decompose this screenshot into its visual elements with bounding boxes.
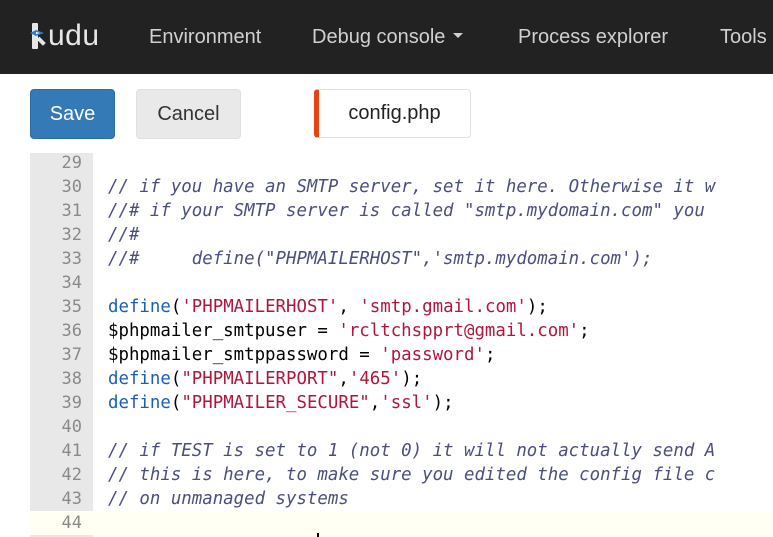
code-token-str: 'smtp.gmail.com' xyxy=(359,297,527,317)
code-token-plain: ( xyxy=(170,369,182,389)
code-text: //# if your SMTP server is called "smtp.… xyxy=(108,199,715,223)
brand-text: udu xyxy=(48,19,100,52)
nav-environment[interactable]: Environment xyxy=(149,22,261,52)
code-token-str: 'ssl' xyxy=(380,393,433,413)
code-token-comment: // if you have an SMTP server, set it he… xyxy=(108,177,716,197)
line-number: 40 xyxy=(61,417,82,437)
code-text: //# xyxy=(108,223,139,247)
code-token-str: 'rcltchspprt@gmail.com' xyxy=(338,321,580,341)
nav-tools[interactable]: Tools xyxy=(720,22,767,52)
text-cursor xyxy=(317,533,319,537)
code-line[interactable]: 29 xyxy=(30,153,773,175)
caret-down-icon xyxy=(453,33,464,39)
top-navbar: udu Environment Debug console Process ex… xyxy=(0,0,773,74)
line-number: 32 xyxy=(61,225,82,245)
kudu-logo[interactable]: udu xyxy=(30,14,100,58)
code-token-plain: , xyxy=(369,393,381,413)
code-token-fn: define xyxy=(108,369,171,389)
code-token-plain: $phpmailer_smtpuser = xyxy=(108,321,339,341)
code-token-plain: ); xyxy=(432,393,454,413)
code-line[interactable]: 39 define("PHPMAILER_SECURE",'ssl'); xyxy=(30,391,773,415)
code-token-str: '465' xyxy=(348,369,402,389)
code-token-plain: ; xyxy=(579,321,590,341)
line-number: 33 xyxy=(61,249,82,269)
code-line[interactable]: 33 //# define("PHPMAILERHOST",'smtp.mydom… xyxy=(30,247,773,271)
code-text: //# define("PHPMAILERHOST",'smtp.mydomai… xyxy=(108,247,652,271)
code-token-plain: ); xyxy=(401,369,423,389)
code-token-plain: ( xyxy=(170,297,182,317)
code-text: define("PHPMAILER_SECURE",'ssl'); xyxy=(108,391,454,415)
code-text: // this is here, to make sure you edited… xyxy=(108,463,715,487)
line-number: 34 xyxy=(61,273,82,293)
code-token-comment: // on unmanaged systems xyxy=(108,489,349,509)
code-text: $phpmailer_smtppassword = 'password'; xyxy=(108,343,495,367)
code-line[interactable]: 35 define('PHPMAILERHOST', 'smtp.gmail.co… xyxy=(30,295,773,319)
code-token-fn: define xyxy=(108,393,171,413)
cancel-button[interactable]: Cancel xyxy=(136,89,241,139)
code-token-str: 'password' xyxy=(380,345,485,365)
line-number: 44 xyxy=(61,513,82,533)
code-token-fn: define xyxy=(108,297,171,317)
nav-debug-console-label: Debug console xyxy=(312,26,446,48)
line-number: 36 xyxy=(61,321,82,341)
code-token-comment: // this is here, to make sure you edited… xyxy=(108,465,716,485)
code-line[interactable]: 32 //# xyxy=(30,223,773,247)
code-token-comment: //# if your SMTP server is called "smtp.… xyxy=(108,201,716,221)
code-token-plain: ( xyxy=(170,393,182,413)
file-tab-config[interactable]: config.php xyxy=(314,89,471,138)
code-line[interactable]: 42 // this is here, to make sure you edit… xyxy=(30,463,773,487)
code-token-comment: //# define("PHPMAILERHOST",'smtp.mydomai… xyxy=(108,249,653,269)
code-token-str: "PHPMAILERPORT" xyxy=(181,369,339,389)
code-line[interactable]: 43 // on unmanaged systems xyxy=(30,487,773,511)
code-token-plain: $phpmailer_smtppassword = xyxy=(108,345,381,365)
kudu-k-icon xyxy=(30,14,46,58)
code-token-plain: ); xyxy=(526,297,548,317)
code-text: // if you have an SMTP server, set it he… xyxy=(108,175,715,199)
code-text: // if TEST is set to 1 (not 0) it will n… xyxy=(108,439,715,463)
line-number: 38 xyxy=(61,369,82,389)
code-token-str: 'PHPMAILERHOST' xyxy=(181,297,339,317)
code-line[interactable]: 34 xyxy=(30,271,773,295)
line-number: 43 xyxy=(61,489,82,509)
code-line[interactable]: 31 //# if your SMTP server is called "smt… xyxy=(30,199,773,223)
code-line[interactable]: 36 $phpmailer_smtpuser = 'rcltchspprt@gma… xyxy=(30,319,773,343)
line-number: 30 xyxy=(61,177,82,197)
line-number: 37 xyxy=(61,345,82,365)
code-text: // on unmanaged systems xyxy=(108,487,349,511)
code-editor[interactable]: 29 30 // if you have an SMTP server, set i… xyxy=(30,153,773,537)
line-number: 35 xyxy=(61,297,82,317)
code-token-plain: ; xyxy=(484,345,496,365)
code-line[interactable]: 41 // if TEST is set to 1 (not 0) it will… xyxy=(30,439,773,463)
code-token-comment: //# xyxy=(108,225,140,245)
line-number: 39 xyxy=(61,393,82,413)
code-token-plain: , xyxy=(338,297,360,317)
line-number: 29 xyxy=(61,153,82,173)
code-line[interactable]: 38 define("PHPMAILERPORT",'465'); xyxy=(30,367,773,391)
code-token-str: "PHPMAILER_SECURE" xyxy=(181,393,370,413)
code-line[interactable]: 40 xyxy=(30,415,773,439)
save-button[interactable]: Save xyxy=(30,89,115,139)
code-text: $phpmailer_smtpuser = 'rcltchspprt@gmail… xyxy=(108,319,590,343)
code-token-plain: , xyxy=(338,369,349,389)
code-line[interactable]: 37 $phpmailer_smtppassword = 'password'; xyxy=(30,343,773,367)
line-number: 31 xyxy=(61,201,82,221)
code-line[interactable]: 30 // if you have an SMTP server, set it … xyxy=(30,175,773,199)
line-number: 42 xyxy=(61,465,82,485)
line-number: 41 xyxy=(61,441,82,461)
nav-process-explorer[interactable]: Process explorer xyxy=(518,22,668,52)
code-token-comment: // if TEST is set to 1 (not 0) it will n… xyxy=(108,441,716,461)
nav-debug-console[interactable]: Debug console xyxy=(312,22,464,52)
code-line[interactable]: 44 xyxy=(30,511,773,535)
code-text: define("PHPMAILERPORT",'465'); xyxy=(108,367,422,391)
code-text: define('PHPMAILERHOST', 'smtp.gmail.com'… xyxy=(108,295,548,319)
